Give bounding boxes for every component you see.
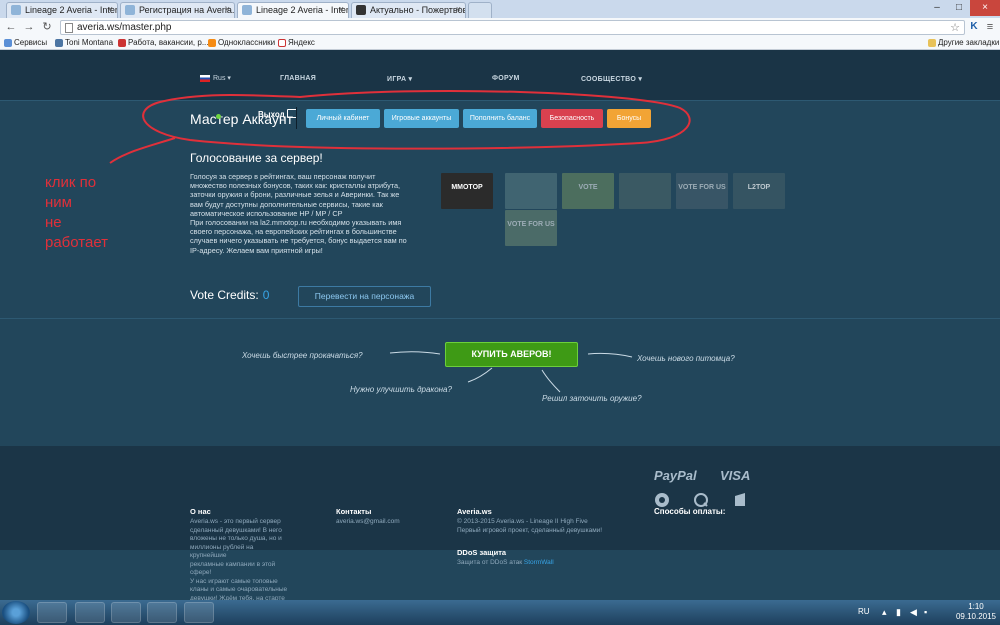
system-clock[interactable]: 1:10 09.10.2015	[956, 602, 996, 622]
windows-taskbar: 1:10 09.10.2015	[0, 600, 1000, 625]
volume-icon[interactable]: ◀	[910, 607, 917, 618]
clock-time: 1:10	[968, 602, 984, 611]
windows-start-button[interactable]	[2, 601, 30, 624]
skype-taskbar-icon[interactable]	[111, 602, 141, 623]
tray-arrow-icon[interactable]: ▴	[882, 607, 887, 618]
tray-warning-icon[interactable]: ▪	[924, 607, 927, 617]
annotation-ellipse	[109, 89, 691, 164]
game-taskbar-icon-2[interactable]	[184, 602, 214, 623]
chrome-taskbar-icon[interactable]	[37, 602, 67, 623]
annotation-note: клик по ним не работает	[45, 174, 109, 251]
network-icon[interactable]: ▮	[896, 607, 901, 618]
clock-date: 09.10.2015	[955, 612, 996, 621]
keyboard-language[interactable]: RU	[858, 607, 870, 616]
game-taskbar-icon-1[interactable]	[147, 602, 177, 623]
explorer-taskbar-icon[interactable]	[75, 602, 105, 623]
